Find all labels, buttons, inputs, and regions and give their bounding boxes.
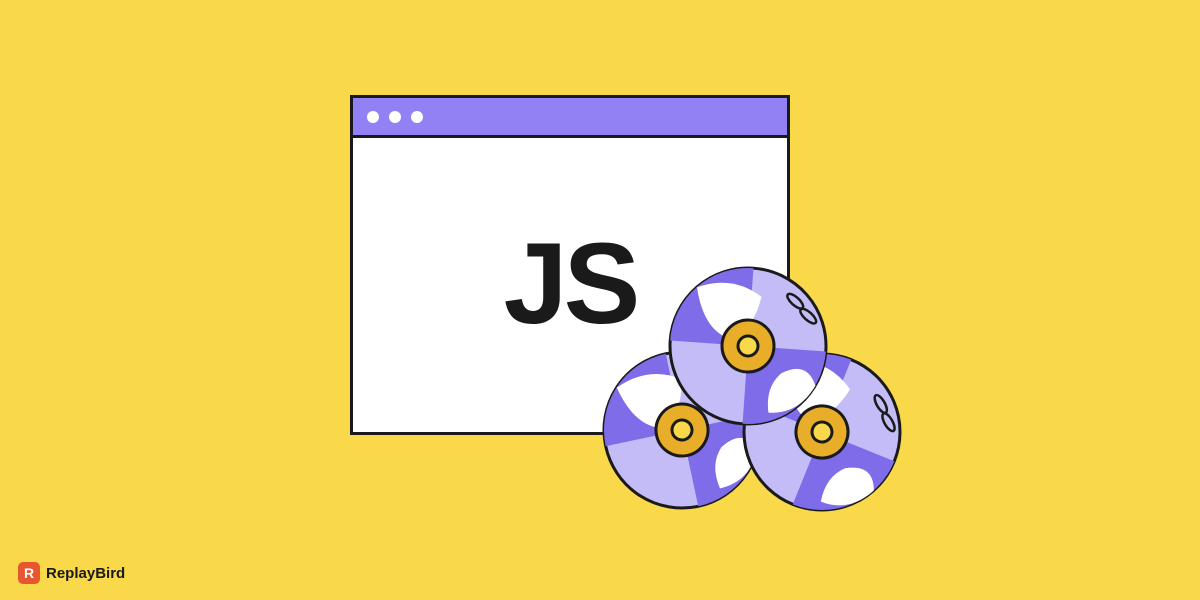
disc-stack — [600, 260, 930, 540]
traffic-light-dot — [367, 111, 379, 123]
window-titlebar — [353, 98, 787, 138]
brand-logo: R ReplayBird — [18, 562, 125, 584]
brand-mark-icon: R — [18, 562, 40, 584]
brand-name: ReplayBird — [46, 565, 125, 582]
traffic-light-dot — [411, 111, 423, 123]
traffic-light-dot — [389, 111, 401, 123]
